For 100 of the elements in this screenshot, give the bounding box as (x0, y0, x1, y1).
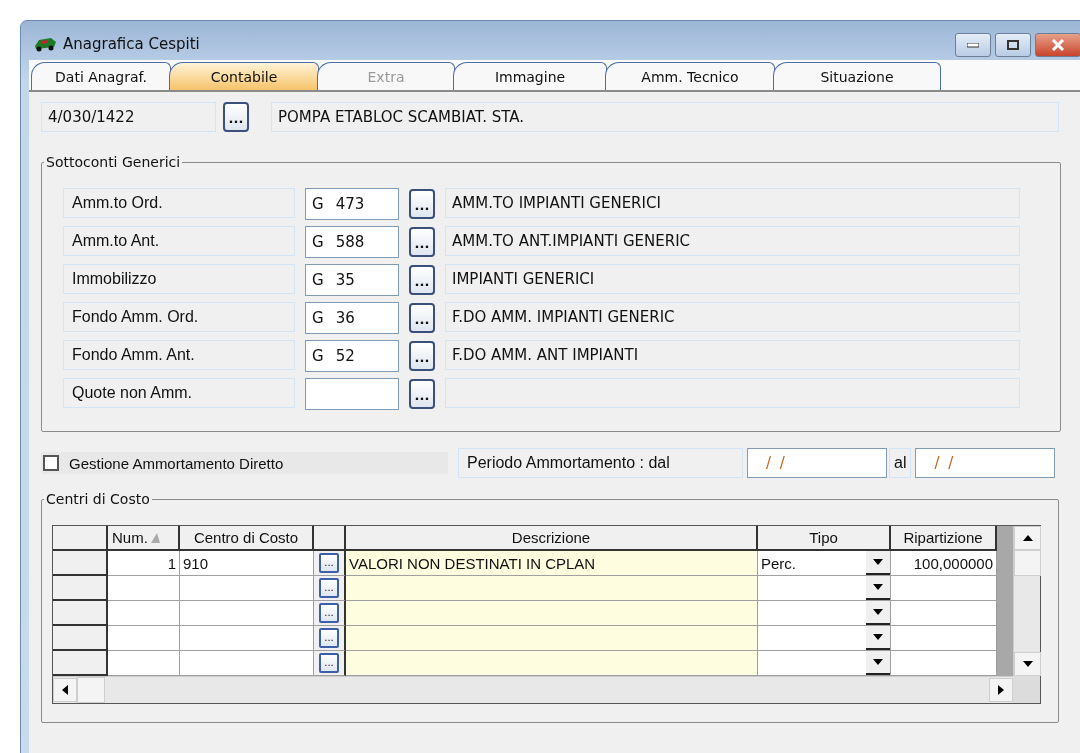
group-title: Sottoconti Generici (45, 154, 182, 170)
row-header[interactable] (53, 601, 108, 626)
down-arrow-icon (1022, 661, 1033, 667)
caret-icon (873, 609, 883, 615)
table-cell: 1 (108, 551, 180, 576)
account-label: Quote non Amm. (63, 378, 295, 408)
minimize-button[interactable] (955, 33, 991, 57)
left-arrow-icon (62, 685, 68, 695)
period-label: Periodo Ammortamento : dal (458, 448, 743, 478)
account-number: 473 (335, 195, 365, 213)
to-label: al (889, 448, 912, 478)
dropdown-button[interactable] (866, 601, 890, 625)
group-title: Centri di Costo (45, 491, 151, 507)
browse-button[interactable]: ... (223, 102, 249, 132)
column-header[interactable]: Tipo (758, 526, 891, 551)
dropdown-button[interactable] (866, 651, 890, 675)
account-label: Fondo Amm. Ant. (63, 340, 295, 370)
account-code-field[interactable]: G 473 (305, 188, 399, 220)
account-type: G (312, 195, 324, 213)
minimize-icon (967, 42, 979, 48)
account-type: G (312, 309, 324, 327)
scroll-left-button[interactable] (53, 678, 77, 702)
account-description-field: AMM.TO ANT.IMPIANTI GENERIC (445, 226, 1020, 256)
asset-code-field[interactable]: 4/030/1422 (41, 102, 216, 132)
horizontal-scrollbar[interactable] (53, 676, 1013, 703)
account-description-field: F.DO AMM. ANT IMPIANTI (445, 340, 1020, 370)
account-description-field: F.DO AMM. IMPIANTI GENERIC (445, 302, 1020, 332)
car-icon (33, 35, 57, 52)
column-header[interactable]: Descrizione (346, 526, 758, 551)
tab[interactable]: Dati Anagraf. (31, 62, 171, 90)
table-cell (108, 601, 180, 626)
account-number: 52 (335, 347, 355, 365)
tab[interactable]: Immagine (453, 62, 607, 90)
table-cell (108, 651, 180, 676)
caret-icon (873, 634, 883, 640)
account-code-field[interactable]: G 36 (305, 302, 399, 334)
dropdown-button[interactable] (866, 626, 890, 650)
account-description-field: AMM.TO IMPIANTI GENERICI (445, 188, 1020, 218)
table-cell: VALORI NON DESTINATI IN CPLAN (346, 551, 758, 576)
scroll-up-button[interactable] (1014, 526, 1041, 550)
row-header[interactable] (53, 551, 108, 576)
close-button[interactable] (1035, 33, 1080, 57)
account-label: Fondo Amm. Ord. (63, 302, 295, 332)
account-code-field[interactable]: G 35 (305, 264, 399, 296)
date-from-field[interactable]: / / (747, 448, 887, 478)
dropdown-button[interactable] (866, 551, 890, 575)
account-type: G (312, 347, 324, 365)
scroll-right-button[interactable] (989, 678, 1013, 702)
column-header[interactable]: Num. (108, 526, 180, 551)
account-number: 36 (335, 309, 355, 327)
browse-button[interactable]: ... (409, 341, 435, 371)
browse-button[interactable]: ... (319, 653, 339, 673)
browse-button[interactable]: ... (409, 379, 435, 409)
date-to-field[interactable]: / / (915, 448, 1056, 478)
row-header[interactable] (53, 576, 108, 601)
browse-button[interactable]: ... (319, 553, 339, 573)
checkbox-label: Gestione Ammortamento Diretto (69, 454, 284, 472)
account-number: 588 (335, 233, 365, 251)
caret-icon (873, 659, 883, 665)
browse-button[interactable]: ... (409, 303, 435, 333)
browse-button[interactable]: ... (319, 628, 339, 648)
scroll-thumb[interactable] (77, 677, 105, 703)
table-cell: 100,000000 (891, 551, 997, 576)
caret-icon (873, 559, 883, 565)
maximize-icon (1007, 40, 1019, 50)
account-code-field[interactable]: G 588 (305, 226, 399, 258)
maximize-button[interactable] (995, 33, 1031, 57)
asset-description-field: POMPA ETABLOC SCAMBIAT. STA. (271, 102, 1059, 132)
sort-icon (150, 532, 160, 543)
row-header[interactable] (53, 651, 108, 676)
scroll-down-button[interactable] (1014, 652, 1041, 676)
row-header[interactable] (53, 626, 108, 651)
table-cell (108, 626, 180, 651)
column-header[interactable]: Centro di Costo (180, 526, 314, 551)
vertical-scrollbar[interactable] (1013, 526, 1040, 676)
tab[interactable]: Situazione (773, 62, 941, 90)
account-type: G (312, 233, 324, 251)
checkbox[interactable] (43, 455, 59, 471)
up-arrow-icon (1022, 535, 1033, 541)
account-type: G (312, 271, 324, 289)
scroll-thumb[interactable] (1014, 550, 1041, 576)
right-arrow-icon (998, 685, 1004, 695)
table-cell (108, 576, 180, 601)
browse-button[interactable]: ... (319, 578, 339, 598)
browse-button[interactable]: ... (409, 265, 435, 295)
browse-button[interactable]: ... (319, 603, 339, 623)
tab[interactable]: Amm. Tecnico (605, 62, 775, 90)
table-cell: 910 (180, 551, 314, 576)
close-icon (1051, 39, 1065, 51)
column-header[interactable]: Ripartizione (891, 526, 997, 551)
browse-button[interactable]: ... (409, 227, 435, 257)
account-description-field: IMPIANTI GENERICI (445, 264, 1020, 294)
type-value: Perc. (761, 554, 796, 572)
account-label: Immobilizzo (63, 264, 295, 294)
account-code-field[interactable]: G 52 (305, 340, 399, 372)
dropdown-button[interactable] (866, 576, 890, 600)
browse-button[interactable]: ... (409, 189, 435, 219)
tab[interactable]: Contabile (169, 62, 319, 90)
account-code-field[interactable] (305, 378, 399, 410)
caret-icon (873, 584, 883, 590)
